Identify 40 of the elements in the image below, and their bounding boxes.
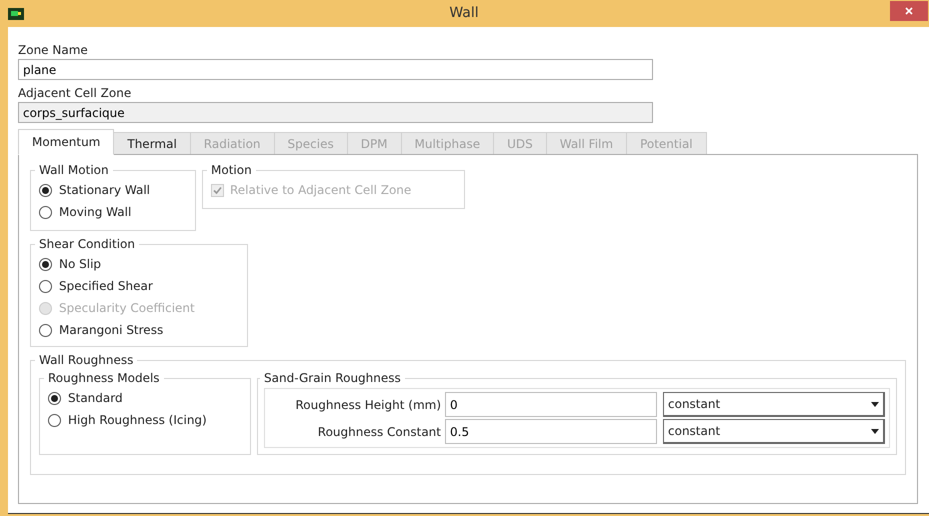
parameter-field[interactable]: 0.5 [445, 419, 657, 444]
dropdown-arrow-icon [871, 428, 879, 434]
app-icon [8, 8, 24, 20]
window-title: Wall [449, 4, 479, 23]
group-title: Wall Motion [39, 163, 109, 177]
radio-button[interactable] [48, 414, 61, 426]
radio-label: No Slip [59, 256, 102, 273]
radio-button[interactable] [39, 258, 52, 270]
radio-button[interactable] [39, 184, 52, 196]
tab[interactable]: Thermal [113, 132, 191, 155]
group-title: Motion [211, 163, 252, 177]
close-button[interactable] [890, 0, 928, 20]
radio-label: Specified Shear [59, 278, 153, 295]
close-icon [905, 6, 913, 14]
radio-label: Standard [68, 390, 123, 407]
field-label: Zone Name [17, 42, 89, 59]
group-title: Shear Condition [39, 237, 135, 251]
parameter-label: Roughness Height (mm) [294, 396, 441, 414]
method-dropdown[interactable]: constant [663, 419, 885, 444]
method-dropdown[interactable]: constant [663, 392, 885, 417]
radio-label: Marangoni Stress [59, 322, 164, 339]
adjacent-zone-field[interactable]: corps_surfacique [18, 102, 653, 123]
field-label: Adjacent Cell Zone [17, 85, 132, 102]
group-title: Sand-Grain Roughness [264, 371, 401, 385]
radio-label: Stationary Wall [59, 182, 150, 199]
group-title: Roughness Models [48, 371, 160, 385]
parameter-field[interactable]: 0 [445, 392, 657, 417]
parameter-label: Roughness Constant [316, 424, 441, 440]
radio-button[interactable] [39, 206, 52, 218]
tab[interactable]: Momentum [18, 129, 114, 155]
radio-label: Moving Wall [59, 204, 132, 221]
radio-button[interactable] [39, 324, 52, 336]
group-title: Wall Roughness [39, 353, 134, 367]
radio-label: High Roughness (Icing) [68, 412, 207, 429]
dropdown-arrow-icon [871, 402, 879, 406]
zone-name-field[interactable]: plane [18, 59, 653, 80]
radio-button[interactable] [48, 392, 61, 404]
radio-button[interactable] [39, 280, 52, 292]
checkbox-label: Relative to Adjacent Cell Zone [230, 182, 412, 199]
radio-label: Specularity Coefficient [59, 300, 195, 317]
